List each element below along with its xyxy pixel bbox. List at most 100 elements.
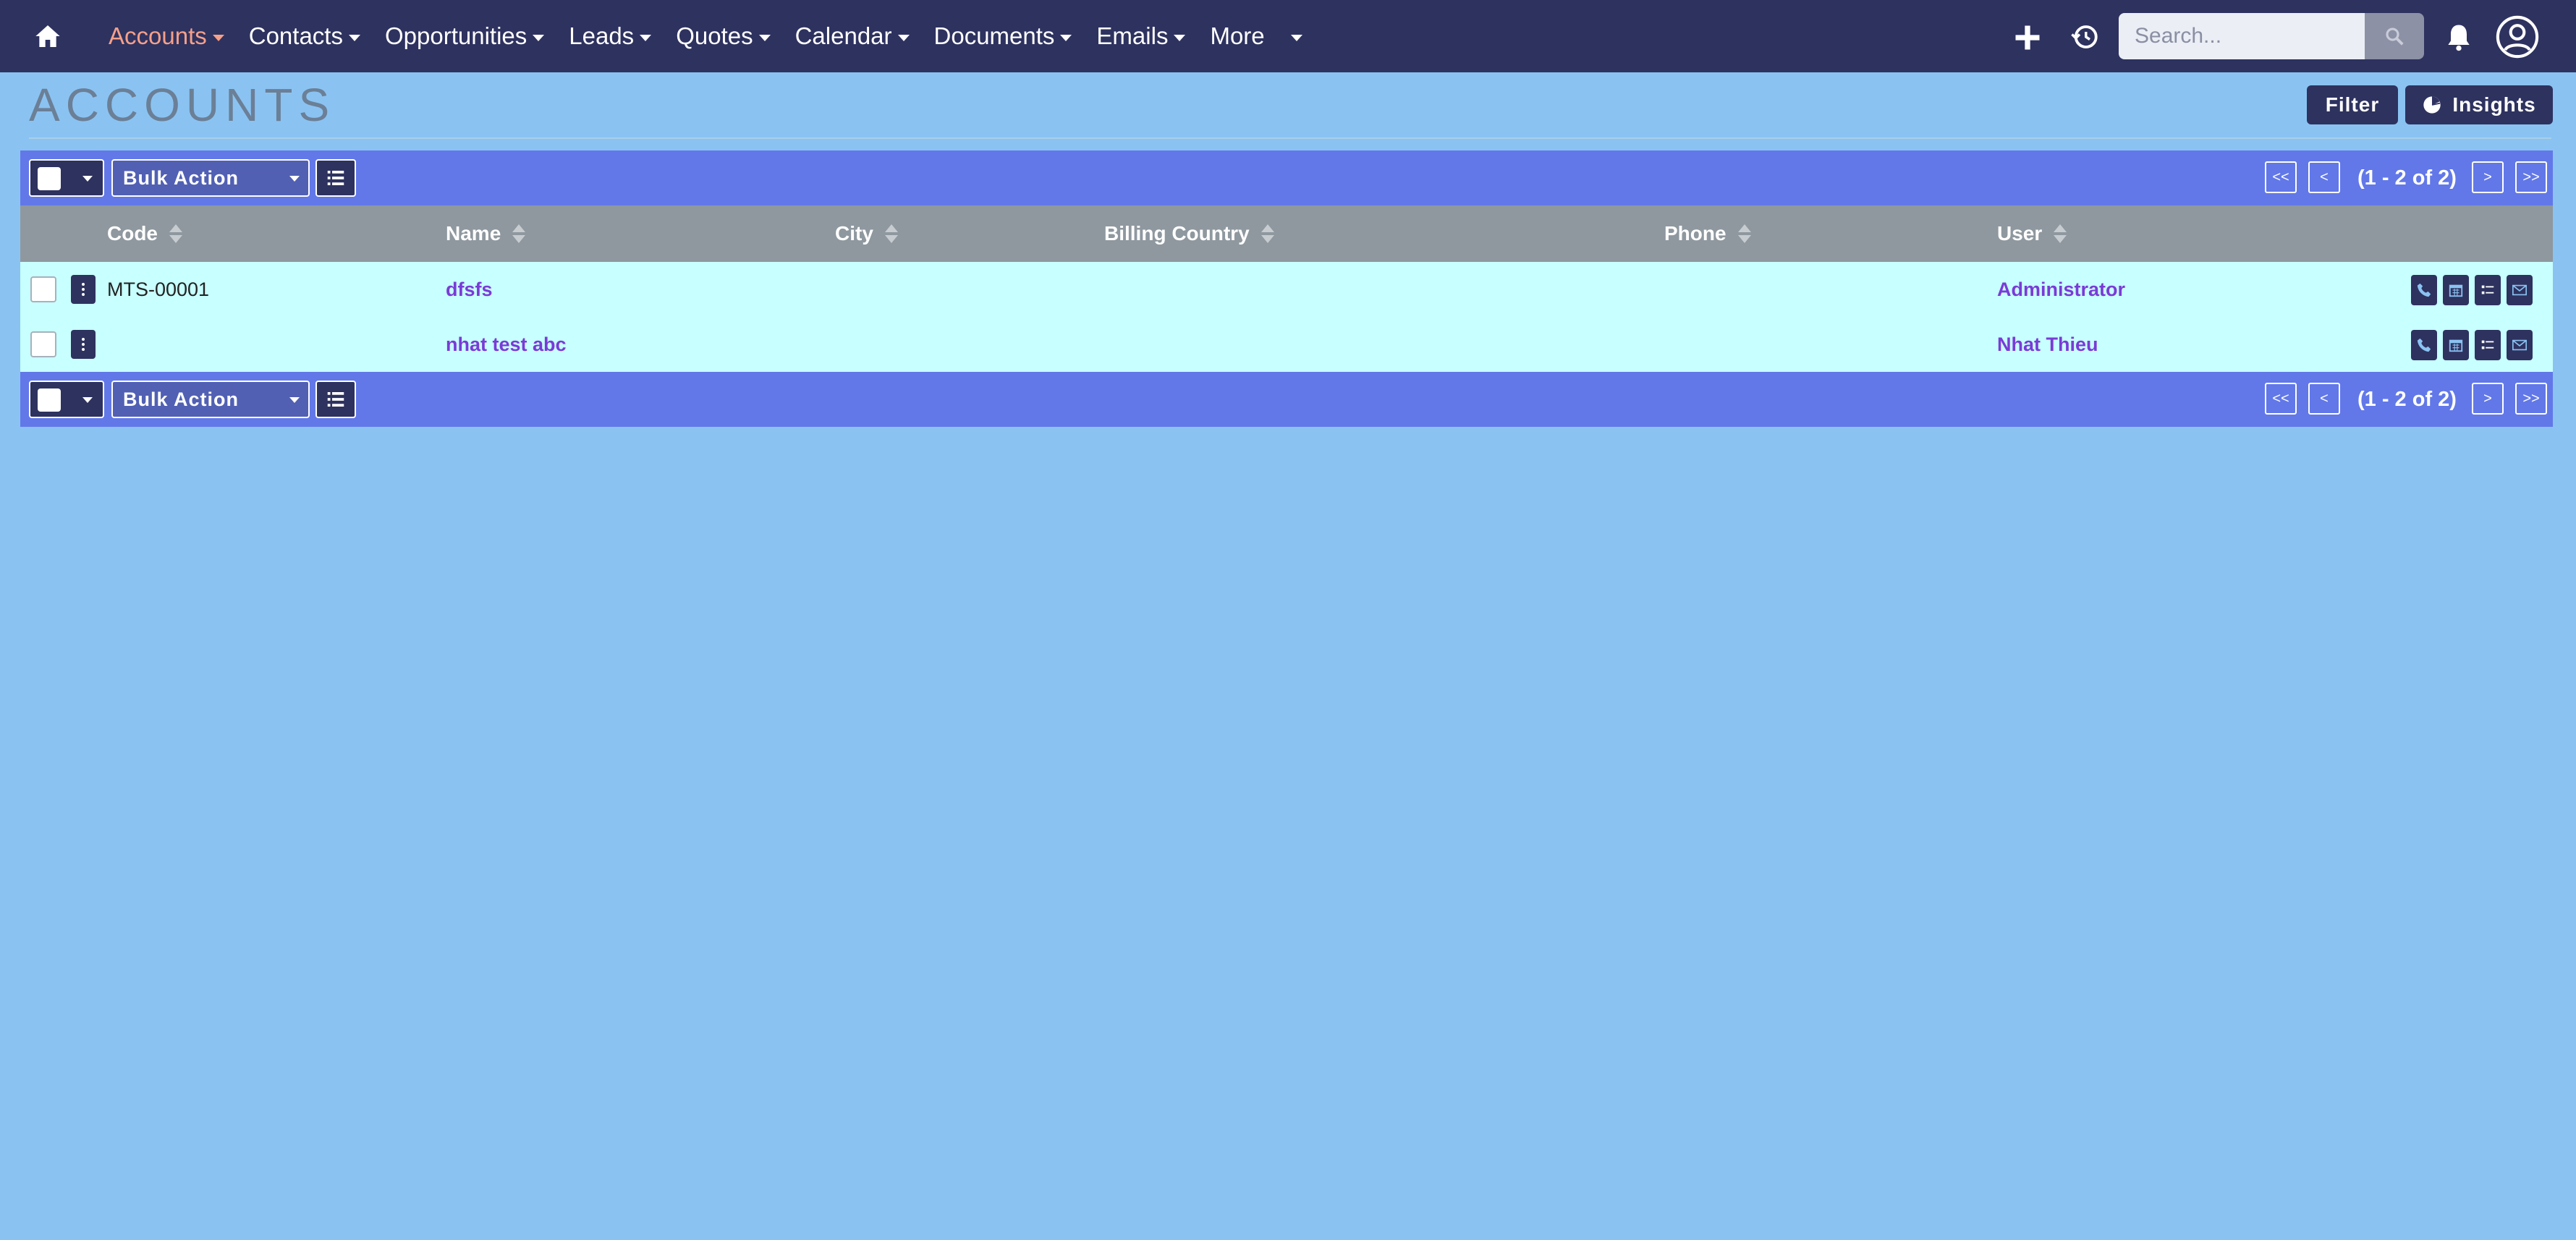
column-chooser-button[interactable] [315, 159, 356, 197]
table-row: MTS-00001 dfsfs Administrator [20, 262, 2553, 317]
select-all-dropdown[interactable] [29, 159, 104, 197]
pagination-count: (1 - 2 of 2) [2357, 388, 2457, 411]
next-page-button[interactable]: > [2472, 383, 2504, 415]
column-header-user[interactable]: User [1997, 205, 2067, 262]
nav-accounts-label: Accounts [109, 22, 207, 49]
bulk-action-dropdown[interactable]: Bulk Action [111, 159, 310, 197]
chevron-down-icon [640, 34, 652, 41]
pie-chart-icon [2423, 96, 2441, 114]
column-phone-label: Phone [1664, 222, 1726, 245]
column-header-code[interactable]: Code [107, 205, 182, 262]
table-row: nhat test abc Nhat Thieu [20, 317, 2553, 372]
cell-user-link[interactable]: Administrator [1997, 262, 2125, 317]
user-icon[interactable] [2495, 14, 2540, 59]
column-header-billing-country[interactable]: Billing Country [1104, 205, 1274, 262]
nav-contacts[interactable]: Contacts [249, 22, 360, 50]
cell-user-link[interactable]: Nhat Thieu [1997, 317, 2098, 372]
chevron-down-icon [82, 397, 93, 403]
nav-calendar[interactable]: Calendar [795, 22, 910, 50]
task-list-icon[interactable] [2475, 330, 2501, 360]
filter-button[interactable]: Filter [2307, 85, 2398, 124]
first-page-button[interactable]: << [2265, 383, 2297, 415]
row-actions-menu-button[interactable] [71, 330, 96, 359]
page-title: ACCOUNTS [29, 79, 336, 131]
sort-icon [1261, 223, 1274, 245]
column-header-name[interactable]: Name [446, 205, 526, 262]
nav-more-label: More [1210, 22, 1265, 49]
list-icon [327, 171, 344, 185]
select-all-checkbox[interactable] [38, 388, 61, 412]
sort-icon [884, 223, 898, 245]
bulk-action-dropdown[interactable]: Bulk Action [111, 381, 310, 418]
email-icon[interactable] [2507, 275, 2533, 305]
vertical-ellipsis-icon [82, 338, 85, 351]
nav-documents-label: Documents [933, 22, 1055, 49]
nav-quotes[interactable]: Quotes [676, 22, 771, 50]
cell-name-link[interactable]: dfsfs [446, 262, 493, 317]
next-page-button[interactable]: > [2472, 161, 2504, 193]
prev-page-button[interactable]: < [2308, 161, 2340, 193]
nav-more[interactable]: More [1210, 22, 1302, 50]
phone-icon[interactable] [2411, 330, 2437, 360]
plus-icon[interactable] [2012, 22, 2043, 54]
chevron-down-icon [1060, 34, 1072, 41]
sort-icon [169, 223, 182, 245]
bulk-action-label: Bulk Action [123, 388, 240, 410]
phone-icon[interactable] [2411, 275, 2437, 305]
chevron-down-icon [758, 34, 771, 41]
nav-emails-label: Emails [1096, 22, 1169, 49]
module-menu: Accounts Contacts Opportunities Leads Qu… [109, 0, 1327, 72]
top-navbar: Accounts Contacts Opportunities Leads Qu… [0, 0, 2576, 72]
title-divider [29, 137, 2551, 139]
sort-icon [512, 223, 526, 245]
table-header: Code Name City Billing Country Phone Use… [20, 205, 2553, 262]
column-header-city[interactable]: City [835, 205, 898, 262]
chevron-down-icon [348, 34, 360, 41]
nav-accounts[interactable]: Accounts [109, 22, 224, 50]
search-button[interactable] [2365, 13, 2424, 59]
action-bar-bottom: Bulk Action << < (1 - 2 of 2) > >> [20, 372, 2553, 427]
nav-contacts-label: Contacts [248, 22, 343, 49]
email-icon[interactable] [2507, 330, 2533, 360]
last-page-button[interactable]: >> [2515, 383, 2547, 415]
select-all-dropdown[interactable] [29, 381, 104, 418]
chevron-down-icon [1290, 34, 1302, 41]
select-all-checkbox[interactable] [38, 167, 61, 190]
nav-leads[interactable]: Leads [569, 22, 652, 50]
nav-emails[interactable]: Emails [1096, 22, 1186, 50]
cell-name-link[interactable]: nhat test abc [446, 317, 567, 372]
row-actions-menu-button[interactable] [71, 275, 96, 304]
row-checkbox[interactable] [30, 331, 56, 357]
last-page-button[interactable]: >> [2515, 161, 2547, 193]
task-list-icon[interactable] [2475, 275, 2501, 305]
home-icon[interactable] [29, 19, 67, 54]
column-header-phone[interactable]: Phone [1664, 205, 1751, 262]
insights-button[interactable]: Insights [2405, 85, 2553, 124]
prev-page-button[interactable]: < [2308, 383, 2340, 415]
action-bar-top: Bulk Action << < (1 - 2 of 2) > >> [20, 150, 2553, 205]
column-name-label: Name [446, 222, 501, 245]
chevron-down-icon [533, 34, 545, 41]
search-input[interactable] [2119, 13, 2365, 59]
table-body: MTS-00001 dfsfs Administrator nhat test … [20, 262, 2553, 372]
row-checkbox[interactable] [30, 276, 56, 302]
bell-icon[interactable] [2443, 20, 2475, 54]
pagination-count: (1 - 2 of 2) [2357, 166, 2457, 190]
nav-opportunities[interactable]: Opportunities [384, 22, 545, 50]
nav-leads-label: Leads [569, 22, 635, 49]
history-icon[interactable] [2069, 22, 2100, 52]
row-quick-actions [2411, 275, 2538, 305]
nav-calendar-label: Calendar [795, 22, 892, 49]
row-quick-actions [2411, 330, 2538, 360]
calendar-icon[interactable] [2443, 275, 2469, 305]
nav-opportunities-label: Opportunities [384, 22, 528, 49]
first-page-button[interactable]: << [2265, 161, 2297, 193]
nav-documents[interactable]: Documents [934, 22, 1072, 50]
chevron-down-icon [289, 176, 300, 182]
column-chooser-button[interactable] [315, 381, 356, 418]
column-billing-country-label: Billing Country [1104, 222, 1250, 245]
calendar-icon[interactable] [2443, 330, 2469, 360]
chevron-down-icon [82, 176, 93, 182]
chevron-down-icon [289, 397, 300, 403]
column-city-label: City [835, 222, 873, 245]
